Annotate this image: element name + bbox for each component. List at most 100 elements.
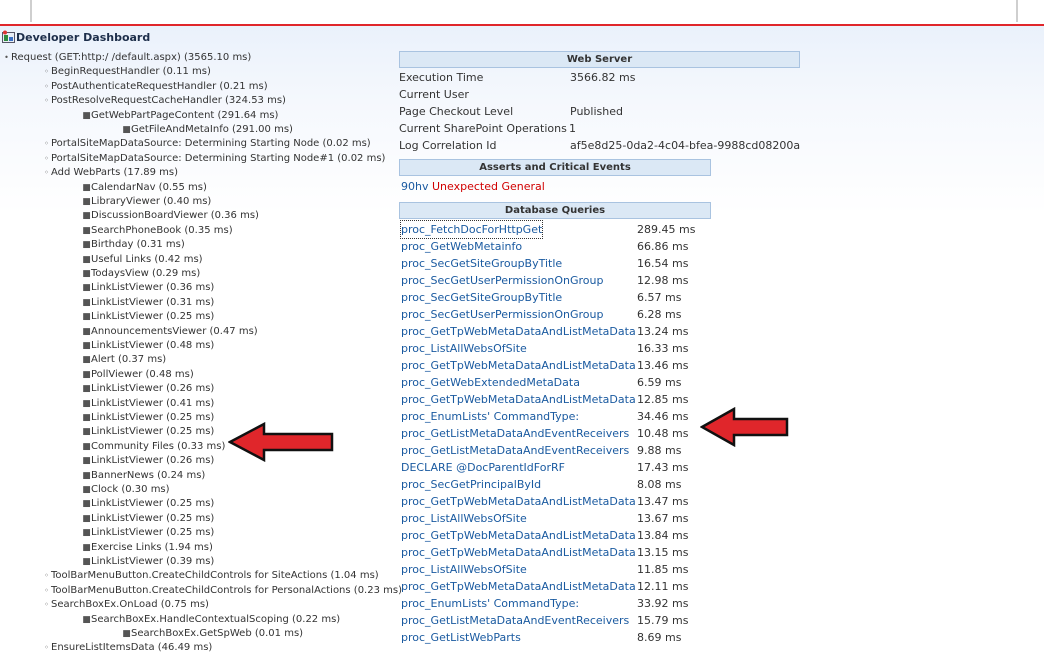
db-query-time: 17.43 ms	[637, 461, 689, 474]
tree-item-label: Add WebParts (17.89 ms)	[51, 167, 179, 179]
tree-item[interactable]: ■LinkListViewer (0.26 ms)	[82, 454, 214, 468]
tree-item[interactable]: ■LinkListViewer (0.31 ms)	[82, 296, 214, 310]
tree-item[interactable]: ■LinkListViewer (0.39 ms)	[82, 555, 214, 569]
db-query-link[interactable]: proc_EnumLists' CommandType:	[401, 595, 579, 612]
db-query-link[interactable]: proc_GetListMetaDataAndEventReceivers	[401, 442, 629, 459]
db-query-link[interactable]: proc_ListAllWebsOfSite	[401, 510, 527, 527]
db-query-link[interactable]: proc_SecGetSiteGroupByTitle	[401, 255, 562, 272]
db-query-time: 12.98 ms	[637, 274, 689, 287]
tree-root[interactable]: • Request (GET:http:/ /default.aspx) (356…	[2, 51, 251, 65]
square-bullet-icon: ■	[82, 384, 91, 395]
tree-item[interactable]: ■LinkListViewer (0.25 ms)	[82, 310, 214, 324]
web-server-label: Current SharePoint Operations	[399, 122, 567, 135]
tree-item[interactable]: ◦ PostResolveRequestCacheHandler (324.53 …	[42, 94, 286, 108]
square-bullet-icon: ■	[82, 341, 91, 351]
tree-item[interactable]: ◦ PortalSiteMapDataSource: Determining St…	[42, 137, 371, 151]
db-query-link[interactable]: proc_SecGetUserPermissionOnGroup	[401, 306, 603, 323]
square-bullet-icon: ■	[82, 269, 91, 279]
tree-item-label: SearchBoxEx.OnLoad (0.75 ms)	[51, 599, 209, 611]
web-server-value: 1	[569, 122, 576, 135]
tree-item[interactable]: ■SearchBoxEx.HandleContextualScoping (0.…	[82, 613, 340, 627]
db-query-time: 8.08 ms	[637, 478, 682, 491]
tree-item-label: PortalSiteMapDataSource: Determining Sta…	[51, 152, 386, 164]
circle-bullet-icon: ◦	[44, 585, 49, 595]
db-query-link[interactable]: proc_GetWebMetainfo	[401, 238, 522, 255]
tree-item[interactable]: ■LinkListViewer (0.25 ms)	[82, 425, 214, 439]
tree-item[interactable]: ■GetWebPartPageContent (291.64 ms)	[82, 109, 278, 123]
db-query-link[interactable]: proc_SecGetSiteGroupByTitle	[401, 289, 562, 306]
tree-item[interactable]: ■LinkListViewer (0.41 ms)	[82, 397, 214, 411]
tree-item[interactable]: ■Birthday (0.31 ms)	[82, 238, 185, 252]
tree-item[interactable]: ■LinkListViewer (0.36 ms)	[82, 281, 214, 295]
tree-item[interactable]: ■LinkListViewer (0.25 ms)	[82, 512, 214, 526]
square-bullet-icon: ■	[122, 629, 131, 639]
db-queries-header: Database Queries	[399, 202, 711, 219]
square-bullet-icon: ■	[82, 283, 91, 294]
tree-item[interactable]: ■Exercise Links (1.94 ms)	[82, 541, 213, 555]
tree-item[interactable]: ■DiscussionBoardViewer (0.36 ms)	[82, 209, 259, 223]
red-arrow-left-icon	[228, 422, 334, 462]
tree-item-label: LinkListViewer (0.48 ms)	[91, 340, 215, 351]
tree-item[interactable]: ■BannerNews (0.24 ms)	[82, 469, 205, 483]
tree-item[interactable]: ◦ BeginRequestHandler (0.11 ms)	[42, 65, 211, 79]
tree-item[interactable]: ◦ SearchBoxEx.OnLoad (0.75 ms)	[42, 598, 209, 612]
square-bullet-icon: ■	[82, 499, 91, 510]
tree-item[interactable]: ■GetFileAndMetaInfo (291.00 ms)	[122, 123, 293, 137]
square-bullet-icon: ■	[82, 355, 91, 366]
tree-item[interactable]: ◦ PostAuthenticateRequestHandler (0.21 ms…	[42, 80, 267, 94]
db-query-link[interactable]: proc_GetListWebParts	[401, 629, 521, 646]
web-server-value: Published	[570, 105, 623, 118]
tree-item[interactable]: ■SearchPhoneBook (0.35 ms)	[82, 224, 232, 238]
tree-item[interactable]: ■SearchBoxEx.GetSpWeb (0.01 ms)	[122, 627, 303, 641]
tree-item[interactable]: ■Community Files (0.33 ms)	[82, 440, 225, 454]
tree-item[interactable]: ◦ PortalSiteMapDataSource: Determining St…	[42, 152, 385, 166]
tree-item[interactable]: ■LinkListViewer (0.25 ms)	[82, 411, 214, 425]
db-query-link[interactable]: proc_GetTpWebMetaDataAndListMetaData	[401, 357, 636, 374]
db-query-link[interactable]: proc_SecGetPrincipalById	[401, 476, 541, 493]
tree-item[interactable]: ◦ Add WebParts (17.89 ms)	[42, 166, 178, 180]
tree-item[interactable]: ■TodaysView (0.29 ms)	[82, 267, 200, 281]
db-query-link[interactable]: proc_GetTpWebMetaDataAndListMetaData	[401, 391, 636, 408]
tree-item[interactable]: ■Useful Links (0.42 ms)	[82, 253, 203, 267]
tree-item-label: Community Files (0.33 ms)	[91, 440, 226, 452]
tree-item-label: SearchBoxEx.GetSpWeb (0.01 ms)	[131, 628, 304, 639]
tree-item[interactable]: ■LinkListViewer (0.25 ms)	[82, 526, 214, 540]
tree-item-label: Useful Links (0.42 ms)	[91, 253, 203, 265]
db-query-link[interactable]: proc_GetListMetaDataAndEventReceivers	[401, 612, 629, 629]
db-query-link[interactable]: proc_ListAllWebsOfSite	[401, 340, 527, 357]
tree-item[interactable]: ■AnnouncementsViewer (0.47 ms)	[82, 325, 258, 339]
db-query-link[interactable]: DECLARE @DocParentIdForRF	[401, 459, 565, 476]
square-bullet-icon: ■	[82, 211, 91, 222]
db-query-link[interactable]: proc_GetWebExtendedMetaData	[401, 374, 580, 391]
db-query-link[interactable]: proc_ListAllWebsOfSite	[401, 561, 527, 578]
tree-item[interactable]: ■LinkListViewer (0.48 ms)	[82, 339, 214, 353]
db-query-link[interactable]: proc_GetTpWebMetaDataAndListMetaData	[401, 493, 636, 510]
top-frame	[30, 0, 1018, 22]
tree-item[interactable]: ■CalendarNav (0.55 ms)	[82, 181, 207, 195]
assert-entry[interactable]: 90hv Unexpected General	[401, 179, 545, 195]
db-query-link[interactable]: proc_FetchDocForHttpGet	[399, 220, 544, 239]
tree-item-label: LinkListViewer (0.39 ms)	[91, 556, 215, 567]
db-query-link[interactable]: proc_GetTpWebMetaDataAndListMetaData	[401, 544, 636, 561]
db-query-link[interactable]: proc_GetListMetaDataAndEventReceivers	[401, 425, 629, 442]
square-bullet-icon: ■	[82, 441, 91, 452]
db-query-link[interactable]: proc_GetTpWebMetaDataAndListMetaData	[401, 578, 636, 595]
tree-item[interactable]: ■LinkListViewer (0.26 ms)	[82, 382, 214, 396]
db-query-link[interactable]: proc_SecGetUserPermissionOnGroup	[401, 272, 603, 289]
tree-item[interactable]: ■LinkListViewer (0.25 ms)	[82, 497, 214, 511]
db-query-link[interactable]: proc_GetTpWebMetaDataAndListMetaData	[401, 527, 636, 544]
db-query-link[interactable]: proc_GetTpWebMetaDataAndListMetaData	[401, 323, 636, 340]
circle-bullet-icon: ◦	[44, 96, 49, 106]
tree-item-label: ToolBarMenuButton.CreateChildControls fo…	[51, 570, 379, 582]
tree-item[interactable]: ◦ ToolBarMenuButton.CreateChildControls f…	[42, 569, 379, 583]
tree-item[interactable]: ■Alert (0.37 ms)	[82, 353, 166, 367]
web-server-label: Execution Time	[399, 71, 484, 84]
tree-item[interactable]: ◦ ToolBarMenuButton.CreateChildControls f…	[42, 584, 402, 598]
tree-item-label: AnnouncementsViewer (0.47 ms)	[91, 325, 258, 337]
tree-item[interactable]: ■Clock (0.30 ms)	[82, 483, 169, 497]
tree-item[interactable]: ◦ EnsureListItemsData (46.49 ms)	[42, 641, 212, 652]
tree-item[interactable]: ■PollViewer (0.48 ms)	[82, 368, 194, 382]
db-query-link[interactable]: proc_EnumLists' CommandType:	[401, 408, 579, 425]
db-query-time: 8.69 ms	[637, 631, 682, 644]
tree-item[interactable]: ■LibraryViewer (0.40 ms)	[82, 195, 211, 209]
